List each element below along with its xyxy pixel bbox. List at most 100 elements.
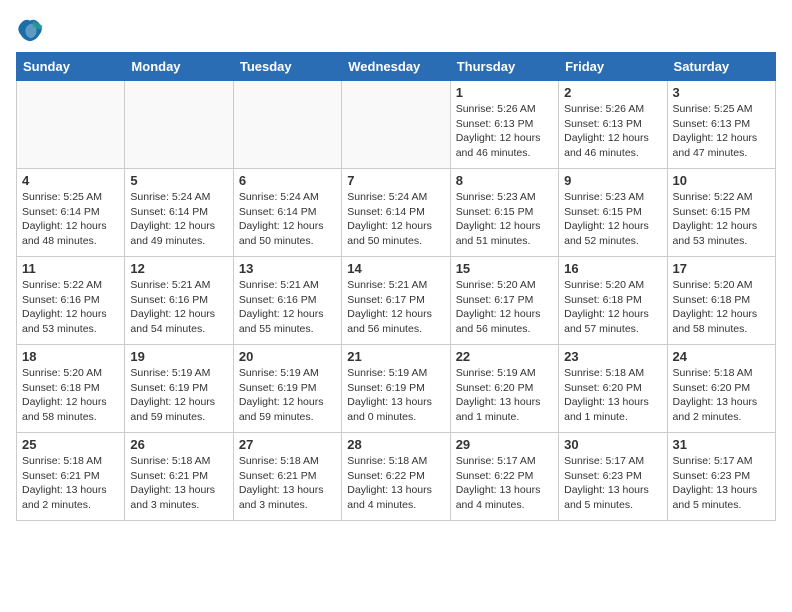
- calendar-cell: 22 Sunrise: 5:19 AM Sunset: 6:20 PM Dayli…: [450, 345, 558, 433]
- day-info: Sunrise: 5:20 AM Sunset: 6:17 PM Dayligh…: [456, 278, 553, 337]
- day-number: 22: [456, 349, 553, 364]
- calendar-cell: 6 Sunrise: 5:24 AM Sunset: 6:14 PM Daylig…: [233, 169, 341, 257]
- day-info: Sunrise: 5:23 AM Sunset: 6:15 PM Dayligh…: [564, 190, 661, 249]
- day-number: 23: [564, 349, 661, 364]
- calendar-cell: [17, 81, 125, 169]
- calendar-cell: 12 Sunrise: 5:21 AM Sunset: 6:16 PM Dayli…: [125, 257, 233, 345]
- day-info: Sunrise: 5:20 AM Sunset: 6:18 PM Dayligh…: [673, 278, 770, 337]
- week-row-4: 18 Sunrise: 5:20 AM Sunset: 6:18 PM Dayli…: [17, 345, 776, 433]
- calendar-cell: 20Sunrise: 5:19 AM Sunset: 6:19 PM Dayli…: [233, 345, 341, 433]
- day-info: Sunrise: 5:18 AM Sunset: 6:20 PM Dayligh…: [673, 366, 770, 425]
- day-info: Sunrise: 5:20 AM Sunset: 6:18 PM Dayligh…: [22, 366, 119, 425]
- day-info: Sunrise: 5:21 AM Sunset: 6:16 PM Dayligh…: [130, 278, 227, 337]
- calendar-cell: 21Sunrise: 5:19 AM Sunset: 6:19 PM Dayli…: [342, 345, 450, 433]
- calendar-cell: 31 Sunrise: 5:17 AM Sunset: 6:23 PM Dayli…: [667, 433, 775, 521]
- calendar-cell: [342, 81, 450, 169]
- day-number: 9: [564, 173, 661, 188]
- calendar-cell: 10Sunrise: 5:22 AM Sunset: 6:15 PM Dayli…: [667, 169, 775, 257]
- day-info: Sunrise: 5:19 AM Sunset: 6:19 PM Dayligh…: [347, 366, 444, 425]
- logo-icon: [16, 16, 44, 44]
- day-number: 11: [22, 261, 119, 276]
- calendar-cell: 23 Sunrise: 5:18 AM Sunset: 6:20 PM Dayli…: [559, 345, 667, 433]
- day-number: 3: [673, 85, 770, 100]
- day-number: 1: [456, 85, 553, 100]
- day-number: 26: [130, 437, 227, 452]
- day-number: 31: [673, 437, 770, 452]
- weekday-header-friday: Friday: [559, 53, 667, 81]
- calendar-cell: 8 Sunrise: 5:23 AM Sunset: 6:15 PM Daylig…: [450, 169, 558, 257]
- calendar-cell: 7 Sunrise: 5:24 AM Sunset: 6:14 PM Daylig…: [342, 169, 450, 257]
- day-number: 4: [22, 173, 119, 188]
- calendar-cell: 13Sunrise: 5:21 AM Sunset: 6:16 PM Dayli…: [233, 257, 341, 345]
- day-info: Sunrise: 5:19 AM Sunset: 6:20 PM Dayligh…: [456, 366, 553, 425]
- day-info: Sunrise: 5:26 AM Sunset: 6:13 PM Dayligh…: [456, 102, 553, 161]
- day-info: Sunrise: 5:19 AM Sunset: 6:19 PM Dayligh…: [130, 366, 227, 425]
- calendar-cell: 1 Sunrise: 5:26 AM Sunset: 6:13 PM Daylig…: [450, 81, 558, 169]
- logo: [16, 16, 48, 44]
- calendar-cell: 3Sunrise: 5:25 AM Sunset: 6:13 PM Daylig…: [667, 81, 775, 169]
- header: [16, 16, 776, 44]
- day-info: Sunrise: 5:18 AM Sunset: 6:20 PM Dayligh…: [564, 366, 661, 425]
- calendar-cell: 9 Sunrise: 5:23 AM Sunset: 6:15 PM Daylig…: [559, 169, 667, 257]
- day-info: Sunrise: 5:18 AM Sunset: 6:21 PM Dayligh…: [239, 454, 336, 513]
- day-info: Sunrise: 5:25 AM Sunset: 6:14 PM Dayligh…: [22, 190, 119, 249]
- day-info: Sunrise: 5:17 AM Sunset: 6:23 PM Dayligh…: [564, 454, 661, 513]
- calendar-table: SundayMondayTuesdayWednesdayThursdayFrid…: [16, 52, 776, 521]
- calendar-cell: [233, 81, 341, 169]
- day-number: 15: [456, 261, 553, 276]
- day-number: 28: [347, 437, 444, 452]
- weekday-header-row: SundayMondayTuesdayWednesdayThursdayFrid…: [17, 53, 776, 81]
- calendar-cell: 26 Sunrise: 5:18 AM Sunset: 6:21 PM Dayli…: [125, 433, 233, 521]
- day-number: 12: [130, 261, 227, 276]
- weekday-header-wednesday: Wednesday: [342, 53, 450, 81]
- weekday-header-sunday: Sunday: [17, 53, 125, 81]
- day-info: Sunrise: 5:17 AM Sunset: 6:23 PM Dayligh…: [673, 454, 770, 513]
- calendar-cell: 28 Sunrise: 5:18 AM Sunset: 6:22 PM Dayli…: [342, 433, 450, 521]
- week-row-1: 1 Sunrise: 5:26 AM Sunset: 6:13 PM Daylig…: [17, 81, 776, 169]
- day-info: Sunrise: 5:21 AM Sunset: 6:16 PM Dayligh…: [239, 278, 336, 337]
- calendar-cell: 4 Sunrise: 5:25 AM Sunset: 6:14 PM Daylig…: [17, 169, 125, 257]
- calendar-cell: 15 Sunrise: 5:20 AM Sunset: 6:17 PM Dayli…: [450, 257, 558, 345]
- day-info: Sunrise: 5:18 AM Sunset: 6:21 PM Dayligh…: [22, 454, 119, 513]
- day-number: 17: [673, 261, 770, 276]
- day-info: Sunrise: 5:23 AM Sunset: 6:15 PM Dayligh…: [456, 190, 553, 249]
- day-number: 29: [456, 437, 553, 452]
- day-info: Sunrise: 5:24 AM Sunset: 6:14 PM Dayligh…: [347, 190, 444, 249]
- day-number: 16: [564, 261, 661, 276]
- day-number: 19: [130, 349, 227, 364]
- day-number: 18: [22, 349, 119, 364]
- day-info: Sunrise: 5:18 AM Sunset: 6:21 PM Dayligh…: [130, 454, 227, 513]
- day-number: 30: [564, 437, 661, 452]
- day-info: Sunrise: 5:24 AM Sunset: 6:14 PM Dayligh…: [239, 190, 336, 249]
- day-number: 8: [456, 173, 553, 188]
- calendar-cell: 24 Sunrise: 5:18 AM Sunset: 6:20 PM Dayli…: [667, 345, 775, 433]
- day-number: 24: [673, 349, 770, 364]
- day-info: Sunrise: 5:17 AM Sunset: 6:22 PM Dayligh…: [456, 454, 553, 513]
- calendar-cell: 11Sunrise: 5:22 AM Sunset: 6:16 PM Dayli…: [17, 257, 125, 345]
- day-number: 6: [239, 173, 336, 188]
- day-number: 2: [564, 85, 661, 100]
- day-info: Sunrise: 5:21 AM Sunset: 6:17 PM Dayligh…: [347, 278, 444, 337]
- calendar-cell: 30 Sunrise: 5:17 AM Sunset: 6:23 PM Dayli…: [559, 433, 667, 521]
- day-info: Sunrise: 5:22 AM Sunset: 6:15 PM Dayligh…: [673, 190, 770, 249]
- day-number: 14: [347, 261, 444, 276]
- weekday-header-thursday: Thursday: [450, 53, 558, 81]
- day-info: Sunrise: 5:19 AM Sunset: 6:19 PM Dayligh…: [239, 366, 336, 425]
- weekday-header-saturday: Saturday: [667, 53, 775, 81]
- calendar-cell: 25 Sunrise: 5:18 AM Sunset: 6:21 PM Dayli…: [17, 433, 125, 521]
- page-container: SundayMondayTuesdayWednesdayThursdayFrid…: [16, 16, 776, 521]
- calendar-cell: 16 Sunrise: 5:20 AM Sunset: 6:18 PM Dayli…: [559, 257, 667, 345]
- calendar-cell: 5Sunrise: 5:24 AM Sunset: 6:14 PM Daylig…: [125, 169, 233, 257]
- week-row-2: 4 Sunrise: 5:25 AM Sunset: 6:14 PM Daylig…: [17, 169, 776, 257]
- day-number: 27: [239, 437, 336, 452]
- weekday-header-monday: Monday: [125, 53, 233, 81]
- calendar-cell: 19 Sunrise: 5:19 AM Sunset: 6:19 PM Dayli…: [125, 345, 233, 433]
- week-row-5: 25 Sunrise: 5:18 AM Sunset: 6:21 PM Dayli…: [17, 433, 776, 521]
- calendar-cell: 17 Sunrise: 5:20 AM Sunset: 6:18 PM Dayli…: [667, 257, 775, 345]
- day-number: 25: [22, 437, 119, 452]
- calendar-cell: [125, 81, 233, 169]
- day-number: 7: [347, 173, 444, 188]
- day-info: Sunrise: 5:18 AM Sunset: 6:22 PM Dayligh…: [347, 454, 444, 513]
- weekday-header-tuesday: Tuesday: [233, 53, 341, 81]
- day-info: Sunrise: 5:20 AM Sunset: 6:18 PM Dayligh…: [564, 278, 661, 337]
